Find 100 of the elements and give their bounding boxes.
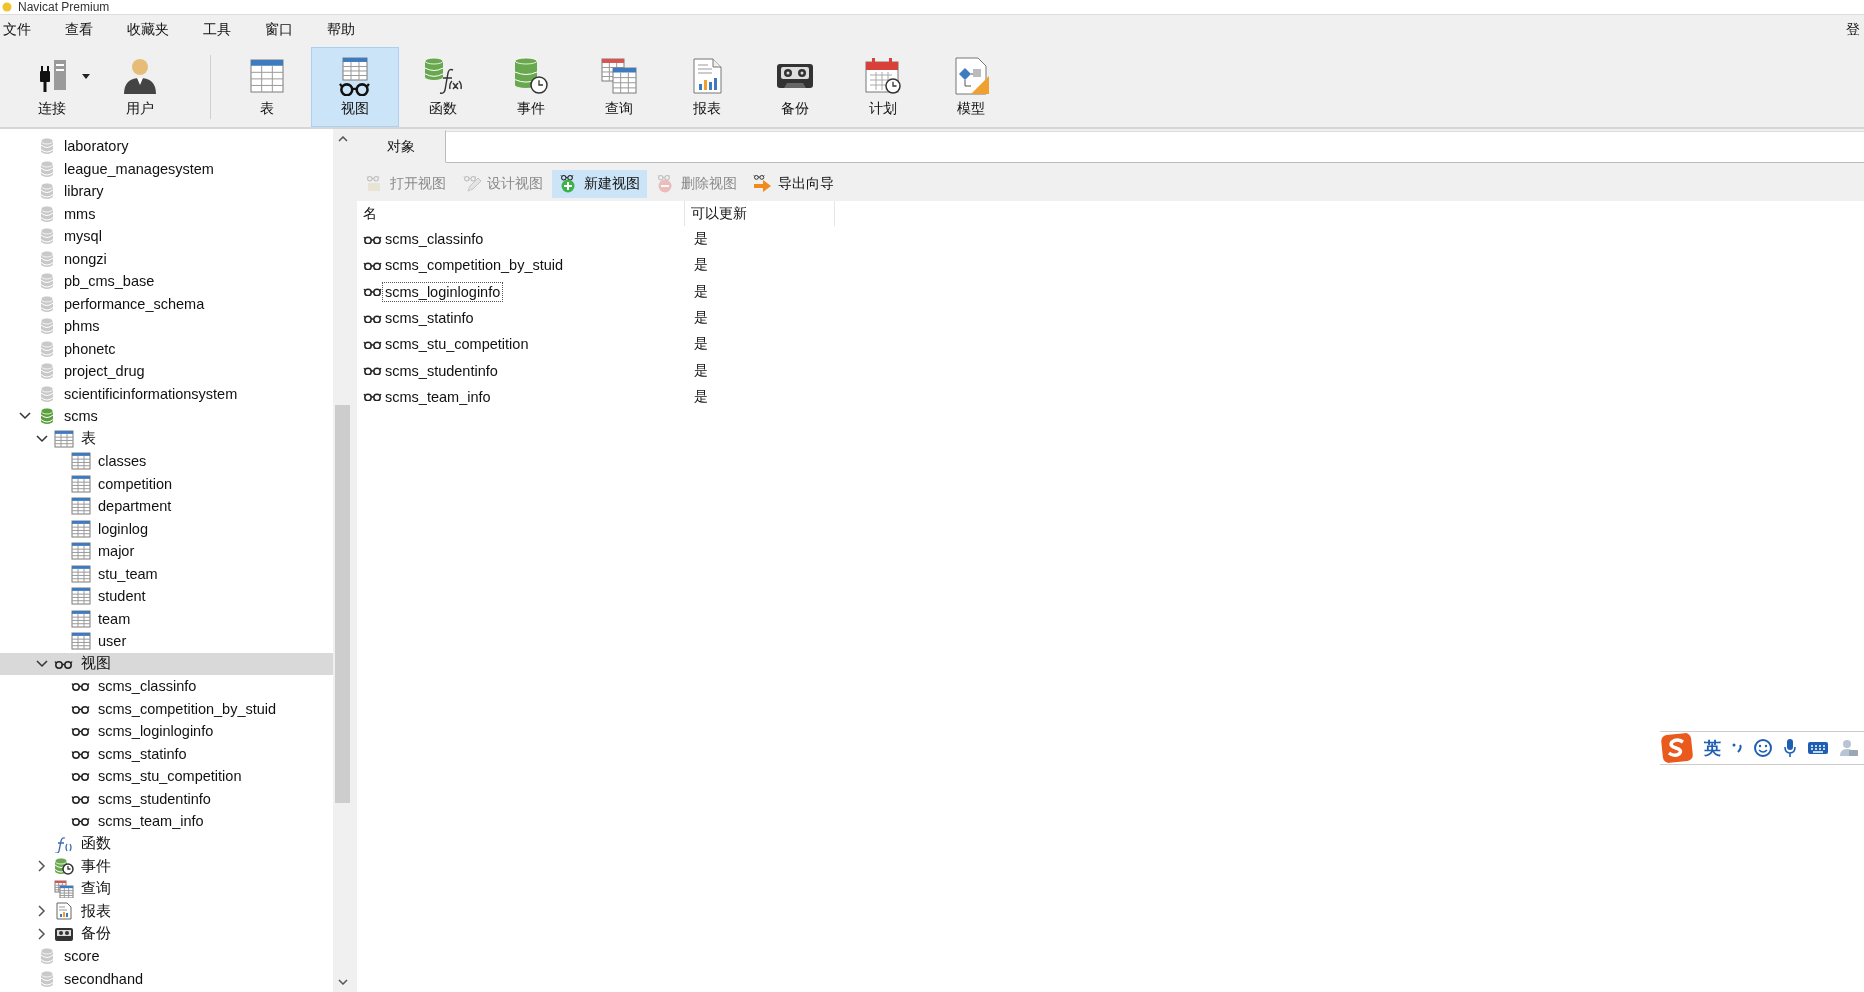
tree-item[interactable]: secondhand [0, 967, 333, 990]
query-icon [599, 56, 639, 96]
toolbar-button[interactable]: 视图 [311, 47, 399, 127]
tree-item[interactable]: phonetc [0, 337, 333, 360]
tree-item[interactable]: scms_statinfo [0, 742, 333, 765]
glasses-icon [71, 703, 91, 714]
tree-item[interactable]: stu_team [0, 562, 333, 585]
table-icon [247, 56, 287, 96]
tree-item[interactable]: scms_team_info [0, 810, 333, 833]
tree-item[interactable]: classes [0, 450, 333, 473]
tree-item[interactable]: competition [0, 472, 333, 495]
menu-item[interactable]: 收藏夹 [124, 21, 172, 39]
tree-item[interactable]: department [0, 495, 333, 518]
tree-item[interactable]: loginlog [0, 517, 333, 540]
tree-item[interactable]: score [0, 945, 333, 968]
toolbar-button[interactable]: 事件 [487, 47, 575, 127]
view-name[interactable]: scms_loginloginfo [382, 281, 504, 302]
view-name[interactable]: scms_stu_competition [382, 334, 532, 355]
scrollbar-thumb[interactable] [335, 405, 350, 803]
toolbar-button[interactable]: 报表 [663, 47, 751, 127]
table-icon [71, 632, 91, 651]
menu-item[interactable]: 查看 [62, 21, 96, 39]
table-icon [71, 609, 91, 628]
input-mode[interactable]: 英 [1704, 736, 1721, 760]
table-cell: 是 [694, 309, 708, 328]
menu-item[interactable]: 窗口 [262, 21, 296, 39]
chevron-right-icon[interactable] [38, 927, 46, 940]
punctuation-icon[interactable] [1731, 741, 1743, 755]
glasses-icon [71, 726, 91, 737]
chevron-down-icon[interactable] [36, 434, 48, 443]
toolbar-button[interactable]: 备份 [751, 47, 839, 127]
tree-item[interactable]: mysql [0, 225, 333, 248]
event-icon [54, 857, 74, 876]
app-logo-icon [2, 2, 12, 12]
tree-item[interactable]: 报表 [0, 900, 333, 923]
menu-item[interactable]: 文件 [0, 21, 34, 39]
table-cell: 是 [694, 335, 708, 354]
column-header[interactable]: 名 [357, 201, 685, 226]
tree-item[interactable]: nongzi [0, 247, 333, 270]
toolbar-button[interactable]: 导出向导 [746, 170, 841, 198]
table-icon [71, 564, 91, 583]
tree-item[interactable]: performance_schema [0, 292, 333, 315]
view-name[interactable]: scms_team_info [382, 386, 494, 407]
tree-item[interactable]: mms [0, 202, 333, 225]
menu-item[interactable]: 工具 [200, 21, 234, 39]
tree-item[interactable]: laboratory [0, 135, 333, 158]
emoji-icon[interactable] [1753, 738, 1773, 758]
tree-item[interactable]: 视图 [0, 652, 333, 675]
toolbar-button[interactable]: 函数 [399, 47, 487, 127]
view-name[interactable]: scms_classinfo [382, 229, 487, 250]
menu-item[interactable]: 登 [1846, 21, 1860, 39]
tree-item[interactable]: pb_cms_base [0, 270, 333, 293]
tree-item[interactable]: scms_studentinfo [0, 787, 333, 810]
tree-item[interactable]: scms [0, 405, 333, 428]
glasses-icon [54, 658, 74, 669]
column-header[interactable]: 可以更新 [685, 201, 835, 226]
table-cell: 是 [694, 282, 708, 301]
tree-item[interactable]: scms_stu_competition [0, 765, 333, 788]
toolbar-button[interactable]: 计划 [839, 47, 927, 127]
table-cell: 是 [694, 387, 708, 406]
toolbar-button[interactable]: 新建视图 [552, 170, 647, 198]
chevron-right-icon[interactable] [38, 905, 46, 918]
toolbar-button[interactable]: 模型 [927, 47, 1015, 127]
tree-item[interactable]: scientificinformationsystem [0, 382, 333, 405]
tree-item[interactable]: 查询 [0, 877, 333, 900]
tree-item[interactable]: major [0, 540, 333, 563]
chevron-right-icon[interactable] [38, 860, 46, 873]
query-icon [54, 879, 74, 898]
tree-item[interactable]: 事件 [0, 855, 333, 878]
tree-item[interactable]: 表 [0, 427, 333, 450]
table-cell: 是 [694, 230, 708, 249]
tree-item[interactable]: league_managesystem [0, 157, 333, 180]
chevron-down-icon[interactable] [36, 659, 48, 668]
chevron-down-icon[interactable] [19, 412, 31, 421]
tree-item[interactable]: phms [0, 315, 333, 338]
tree-item[interactable]: user [0, 630, 333, 653]
toolbar-button[interactable]: 表 [223, 47, 311, 127]
microphone-icon[interactable] [1783, 738, 1797, 758]
tree-item[interactable]: 函数 [0, 832, 333, 855]
toolbar-button[interactable]: 查询 [575, 47, 663, 127]
toolbar-button[interactable]: 连接 [8, 47, 96, 127]
view-name[interactable]: scms_competition_by_stuid [382, 255, 567, 276]
tree-item[interactable]: 备份 [0, 922, 333, 945]
view-name[interactable]: scms_statinfo [382, 308, 477, 329]
tree-item[interactable]: team [0, 607, 333, 630]
keyboard-icon[interactable] [1807, 740, 1829, 756]
tree-item[interactable]: project_drug [0, 360, 333, 383]
menu-item[interactable]: 帮助 [324, 21, 358, 39]
view-name[interactable]: scms_studentinfo [382, 360, 501, 381]
glasses-icon [71, 681, 91, 692]
tree-item[interactable]: library [0, 180, 333, 203]
window-title: Navicat Premium [18, 0, 110, 14]
toolbar-button[interactable]: 用户 [96, 47, 184, 127]
glasses-icon [71, 816, 91, 827]
table-icon [71, 452, 91, 471]
tree-item[interactable]: scms_classinfo [0, 675, 333, 698]
table-icon [71, 542, 91, 561]
tree-item[interactable]: scms_competition_by_stuid [0, 697, 333, 720]
tree-item[interactable]: scms_loginloginfo [0, 720, 333, 743]
tree-item[interactable]: student [0, 585, 333, 608]
